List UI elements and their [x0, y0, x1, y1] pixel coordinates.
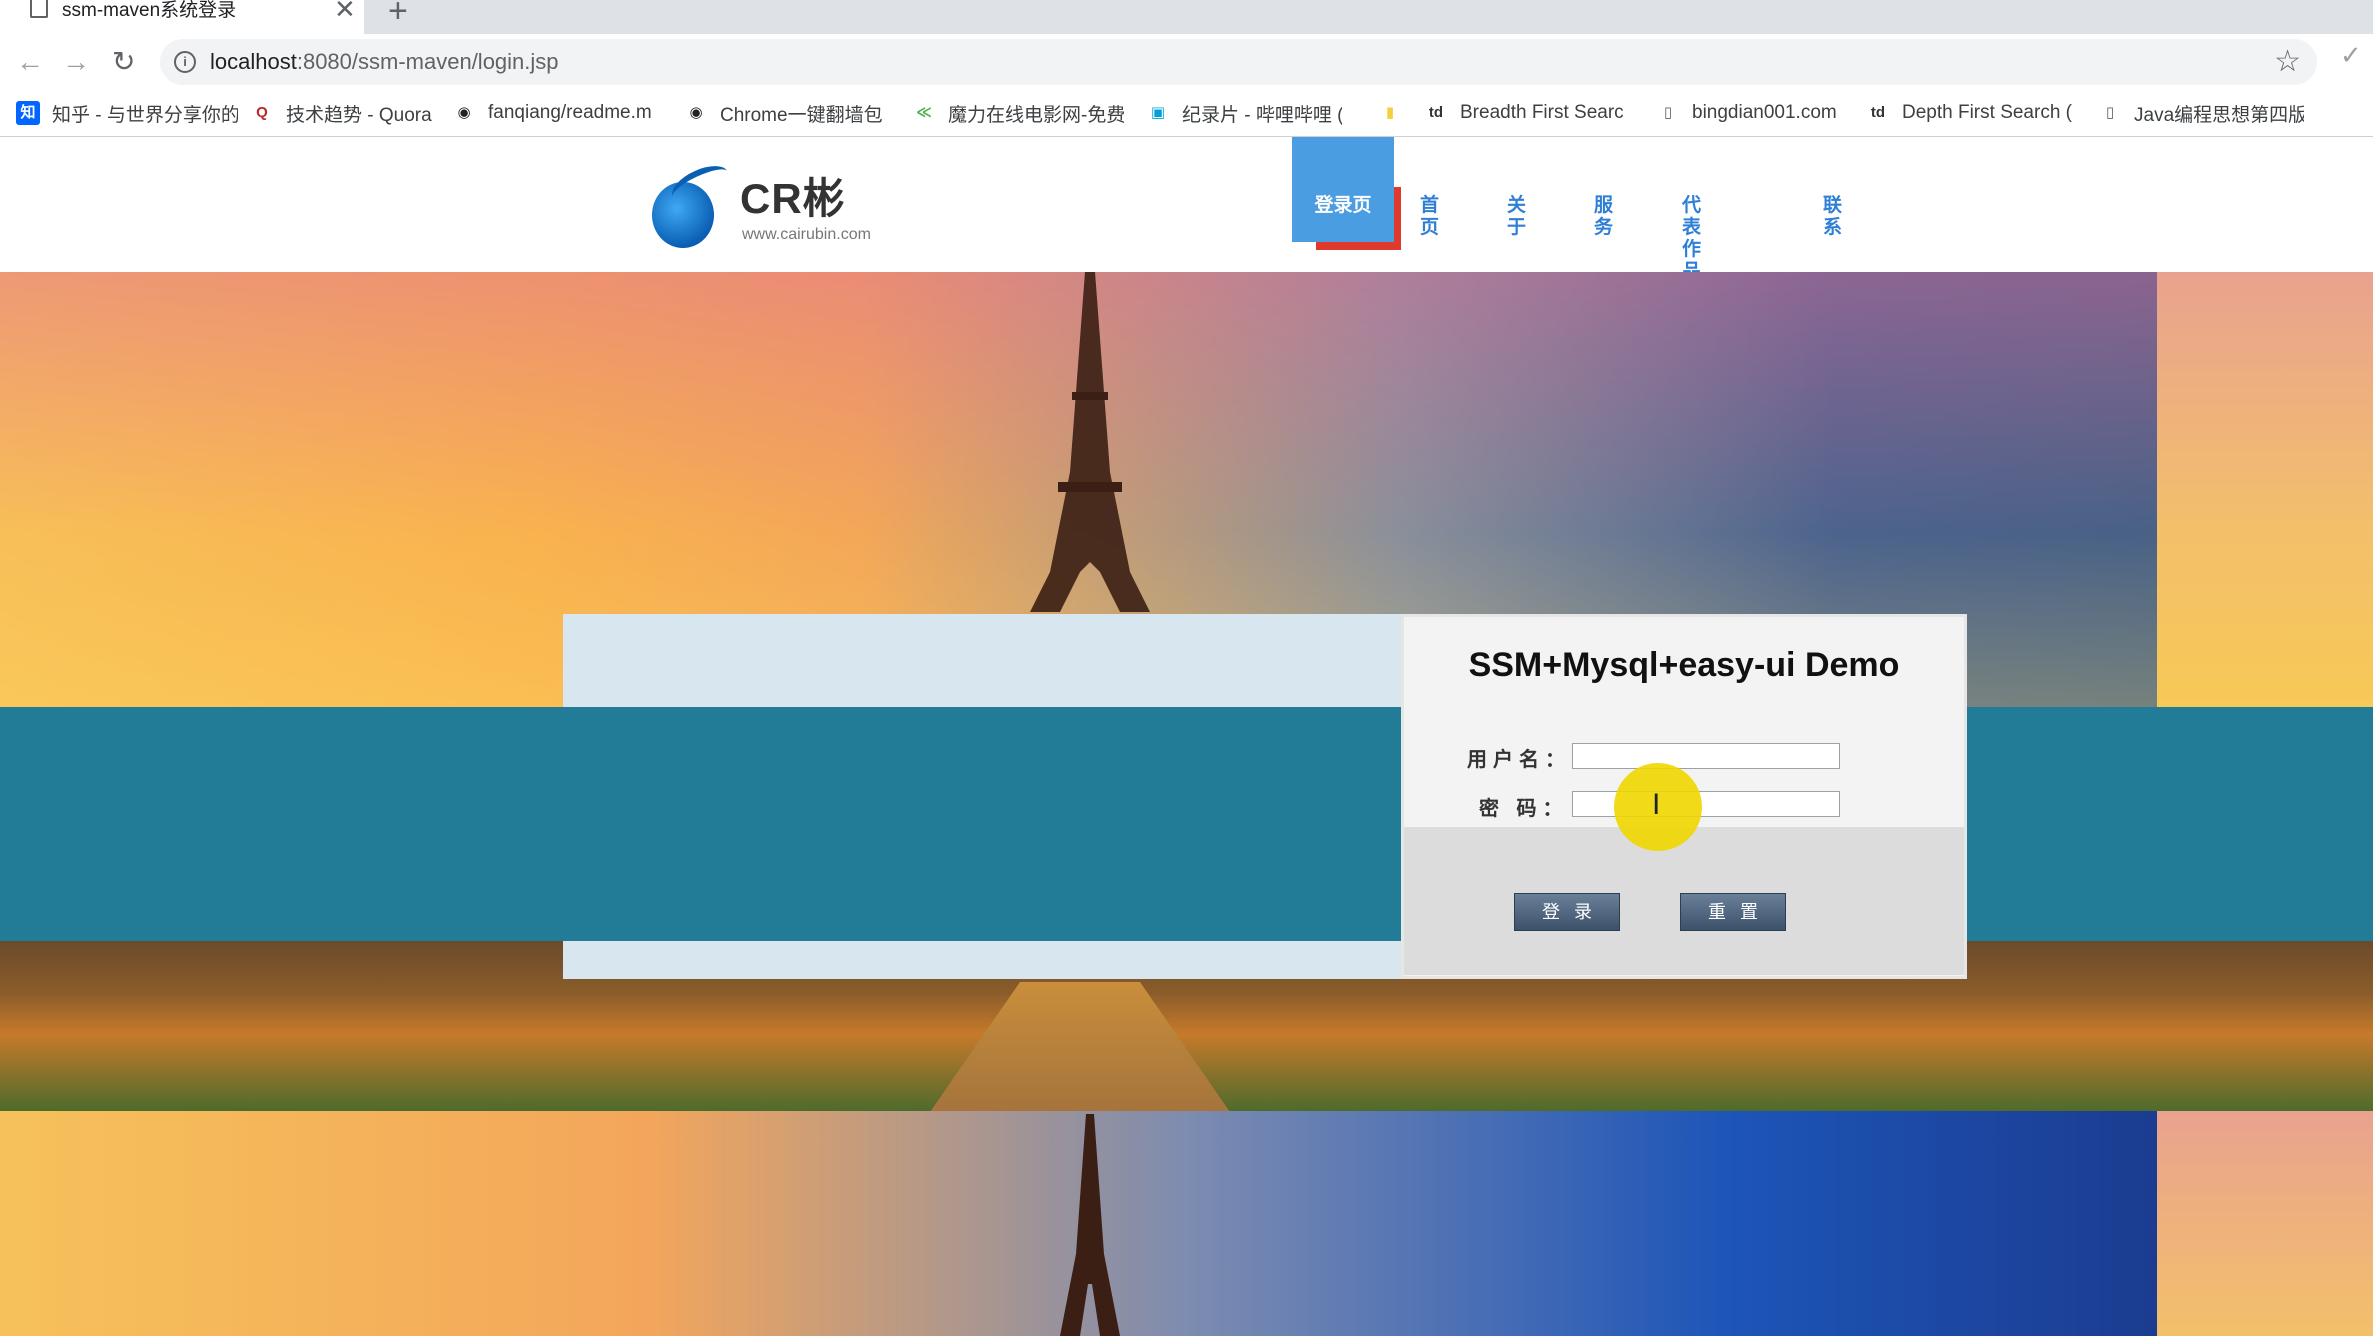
login-button[interactable]: 登录 [1514, 893, 1620, 931]
sunset-sky-right [2157, 272, 2373, 707]
forward-icon[interactable]: → [62, 44, 90, 80]
url-host: localhost [210, 49, 297, 74]
page-icon [30, 0, 48, 18]
browser-tab[interactable]: ssm-maven系统登录 ✕ [0, 0, 364, 34]
nav-item-services[interactable]: 服务 [1594, 195, 1613, 239]
extension-check-icon[interactable]: ✓ [2340, 40, 2362, 71]
td-icon: td [1870, 104, 1886, 121]
movie-site-icon: ≪ [916, 104, 932, 121]
bookmark-item[interactable]: ▯ Java编程思想第四版 [2098, 98, 2304, 128]
bookmark-label: 知乎 - 与世界分享你的 [52, 104, 238, 126]
nav-item-contact[interactable]: 联系 [1823, 195, 1842, 239]
zhihu-icon: 知 [16, 101, 40, 125]
bookmark-label: fanqiang/readme.m [488, 102, 652, 123]
reload-icon[interactable]: ↻ [112, 44, 135, 80]
close-tab-icon[interactable]: ✕ [334, 0, 356, 22]
bookmark-item[interactable]: ◉ Chrome一键翻墙包 [684, 98, 884, 128]
eiffel-tower-repeat-icon [1060, 1114, 1120, 1336]
bookmark-item[interactable]: ▯ bingdian001.com [1656, 98, 1848, 128]
nav-item-label: 登录页 [1314, 195, 1372, 216]
bookmark-item[interactable]: 知 知乎 - 与世界分享你的 [16, 98, 238, 128]
bookmark-label: Java编程思想第四版 [2134, 104, 2304, 126]
bookmark-item[interactable]: td Depth First Search ( [1866, 98, 2076, 128]
address-bar[interactable]: i localhost:8080/ssm-maven/login.jsp ☆ [160, 39, 2317, 85]
login-left-panel [563, 614, 1401, 707]
browser-toolbar: ← → ↻ i localhost:8080/ssm-maven/login.j… [0, 34, 2373, 90]
browser-tabstrip: ssm-maven系统登录 ✕ + [0, 0, 2373, 34]
login-title: SSM+Mysql+easy-ui Demo [1468, 646, 1900, 684]
url-text[interactable]: localhost:8080/ssm-maven/login.jsp [210, 50, 559, 74]
bookmark-item[interactable]: ◉ fanqiang/readme.m [452, 98, 662, 128]
nav-item-login[interactable]: 登录页 [1292, 137, 1394, 242]
td-icon: td [1428, 104, 1444, 121]
site-header: CR彬 www.cairubin.com 登录页 首页 关于 服务 代表作品集 … [0, 137, 2373, 304]
bookmark-label: Chrome一键翻墙包 [720, 104, 883, 126]
bookmark-item[interactable]: td Breadth First Searc [1424, 98, 1632, 128]
hero-background: SSM+Mysql+easy-ui Demo 用户名： 密 码： 登录 重置 [0, 272, 2373, 1336]
github-icon: ◉ [689, 104, 703, 121]
teal-band [0, 707, 2373, 941]
sunset-sky-repeat-right [2157, 1111, 2373, 1336]
bookmark-label: Breadth First Searc [1460, 102, 1624, 123]
site-info-icon[interactable]: i [174, 51, 196, 73]
site-logo[interactable]: CR彬 www.cairubin.com [648, 158, 871, 250]
bookmark-folder[interactable]: ▮ [1378, 98, 1408, 128]
eiffel-tower-icon [1030, 272, 1150, 612]
bookmark-label: bingdian001.com [1692, 102, 1837, 123]
bookmark-item[interactable]: ≪ 魔力在线电影网-免费 [912, 98, 1124, 128]
bookmarks-bar: 知 知乎 - 与世界分享你的 Q 技术趋势 - Quora ◉ fanqiang… [0, 90, 2373, 137]
password-label: 密 码： [1479, 798, 1569, 820]
page-icon: ▯ [1663, 104, 1673, 121]
nav-item-home[interactable]: 首页 [1420, 195, 1439, 239]
bookmark-label: Depth First Search ( [1902, 102, 2072, 123]
reset-button[interactable]: 重置 [1680, 893, 1786, 931]
logo-subtitle: www.cairubin.com [742, 226, 871, 243]
bilibili-icon: ▣ [1150, 104, 1166, 121]
back-icon[interactable]: ← [16, 44, 44, 80]
username-label: 用户名： [1467, 749, 1571, 771]
text-cursor-icon: I [1652, 788, 1661, 821]
github-icon: ◉ [457, 104, 471, 121]
tab-title: ssm-maven系统登录 [62, 0, 237, 21]
login-left-panel-bottom [563, 941, 1401, 979]
bookmark-label: 魔力在线电影网-免费 [948, 104, 1124, 126]
nav-item-about[interactable]: 关于 [1507, 195, 1526, 239]
logo-text: CR彬 [740, 175, 846, 222]
new-tab-icon[interactable]: + [388, 0, 408, 28]
bookmark-item[interactable]: ▣ 纪录片 - 哔哩哔哩 ( [1146, 98, 1342, 128]
page-icon: ▯ [2105, 104, 2115, 121]
bookmark-label: 技术趋势 - Quora [286, 104, 432, 126]
username-input[interactable] [1572, 743, 1840, 769]
password-input[interactable] [1572, 791, 1840, 817]
bookmark-star-icon[interactable]: ☆ [2274, 45, 2301, 79]
quora-icon: Q [256, 104, 268, 121]
folder-icon: ▮ [1385, 104, 1395, 121]
bookmark-label: 纪录片 - 哔哩哔哩 ( [1182, 104, 1342, 126]
url-path: :8080/ssm-maven/login.jsp [296, 49, 559, 74]
bookmark-item[interactable]: Q 技术趋势 - Quora [250, 98, 440, 128]
